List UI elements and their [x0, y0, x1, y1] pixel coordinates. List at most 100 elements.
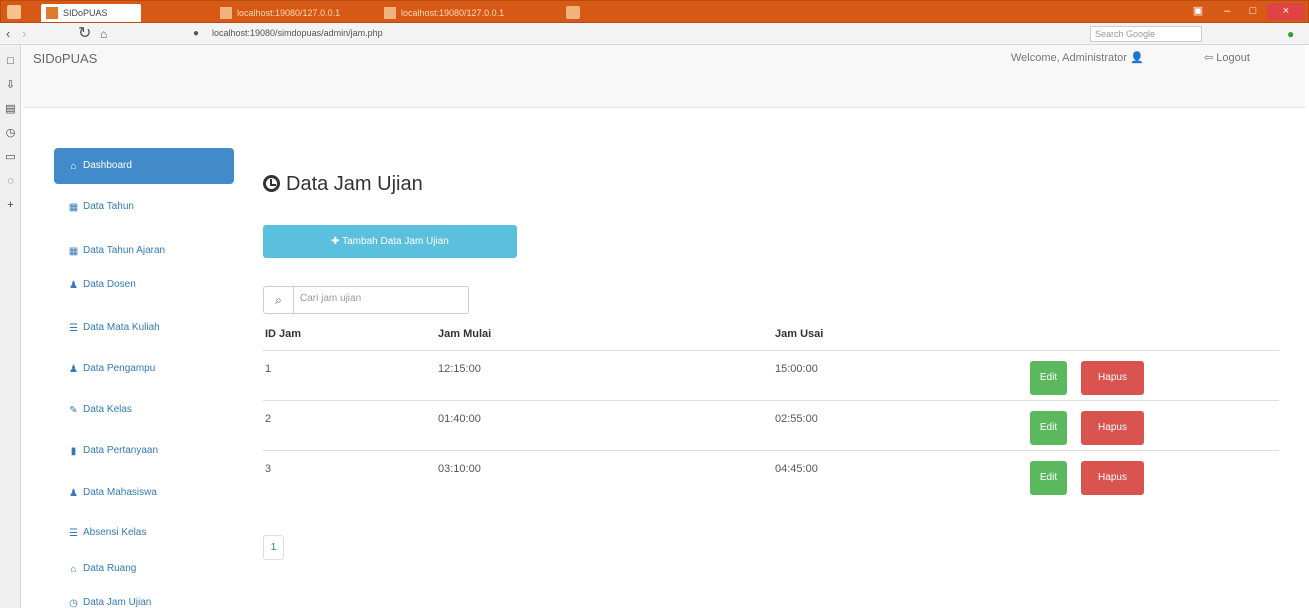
delete-button[interactable]: Hapus — [1081, 361, 1144, 395]
logout-link[interactable]: ⇦ Logout — [1204, 51, 1250, 64]
sidebar-item-dashboard[interactable]: ⌂ Dashboard — [54, 148, 234, 184]
maximize-button[interactable]: □ — [1241, 3, 1265, 20]
sidebar-item-label: Data Jam Ujian — [83, 597, 152, 608]
column-header-jam-mulai[interactable]: Jam Mulai — [438, 328, 491, 340]
column-header-jam-usai[interactable]: Jam Usai — [775, 328, 823, 340]
edit-button[interactable]: Edit — [1030, 461, 1067, 495]
address-bar[interactable]: localhost:19080/simdopuas/admin/jam.php — [212, 28, 383, 38]
sidebar-item-data-kelas[interactable]: ✎ Data Kelas — [54, 392, 234, 428]
add-panel-icon[interactable]: + — [4, 199, 17, 212]
sidebar-item-label: Data Pertanyaan — [83, 445, 159, 456]
sidebar-item-label: Dashboard — [83, 160, 132, 171]
sidebar-item-data-tahun[interactable]: ▦ Data Tahun — [54, 189, 234, 225]
pencil-icon: ✎ — [69, 405, 78, 416]
site-info-icon[interactable]: ● — [193, 26, 199, 42]
sidebar-item-data-mahasiswa[interactable]: ♟ Data Mahasiswa — [54, 475, 234, 511]
browser-titlebar: SIDoPUAS localhost:19080/127.0.0.1 local… — [0, 0, 1309, 23]
cell-id: 1 — [265, 363, 272, 375]
notes-icon[interactable]: ▤ — [4, 103, 17, 116]
favicon-icon — [220, 7, 232, 19]
delete-button[interactable]: Hapus — [1081, 461, 1144, 495]
minimize-button[interactable]: – — [1215, 3, 1239, 20]
search-input[interactable]: Cari jam ujian — [300, 293, 361, 304]
logout-icon: ⇦ — [1204, 52, 1214, 64]
cell-id: 3 — [265, 463, 272, 475]
sidebar-item-data-ruang[interactable]: ⌂ Data Ruang — [54, 551, 234, 587]
user-icon: ♟ — [69, 364, 78, 375]
user-icon: 👤 — [1130, 52, 1144, 64]
brand-logo[interactable]: SIDoPUAS — [33, 51, 97, 67]
table-row: 3 03:10:00 04:45:00 Edit Hapus — [263, 450, 1279, 500]
book-icon: ▮ — [70, 446, 77, 457]
tab-label: SIDoPUAS — [63, 8, 108, 18]
cell-id: 2 — [265, 413, 272, 425]
edit-button[interactable]: Edit — [1030, 361, 1067, 395]
sidebar-item-data-mata-kuliah[interactable]: ☰ Data Mata Kuliah — [54, 310, 234, 346]
home-icon: ⌂ — [70, 564, 77, 575]
browser-tab-3[interactable]: localhost:19080/127.0.0.1 — [379, 4, 554, 22]
home-icon: ⌂ — [70, 161, 77, 172]
sidebar-item-data-pengampu[interactable]: ♟ Data Pengampu — [54, 351, 234, 387]
edit-button[interactable]: Edit — [1030, 411, 1067, 445]
search-icon: ⌕ — [264, 287, 294, 313]
new-tab-button[interactable] — [566, 6, 580, 19]
sidebar-item-data-jam-ujian[interactable]: ◷ Data Jam Ujian — [54, 585, 234, 608]
back-icon[interactable]: ‹ — [6, 26, 10, 42]
close-button[interactable]: × — [1267, 3, 1305, 20]
cell-jam-mulai: 12:15:00 — [438, 363, 481, 375]
sidebar-item-label: Absensi Kelas — [83, 527, 147, 538]
browser-side-panel: □ ⇩ ▤ ◷ ▭ ◌ + — [0, 45, 21, 608]
user-icon: ♟ — [69, 488, 78, 499]
sidebar-item-absensi-kelas[interactable]: ☰ Absensi Kelas — [54, 515, 234, 551]
cell-jam-usai: 04:45:00 — [775, 463, 818, 475]
sidebar-item-label: Data Dosen — [83, 279, 136, 290]
browser-tab-2[interactable]: localhost:19080/127.0.0.1 — [215, 4, 377, 22]
list-icon: ☰ — [69, 323, 78, 334]
sidebar-item-label: Data Ruang — [83, 563, 137, 574]
browser-search-input[interactable]: Search Google — [1090, 26, 1202, 42]
pagination-page-1[interactable]: 1 — [263, 535, 284, 560]
tab-label: localhost:19080/127.0.0.1 — [237, 8, 341, 18]
home-icon[interactable]: ⌂ — [100, 26, 107, 42]
browser-tab-sidopuas[interactable]: SIDoPUAS — [41, 4, 141, 22]
table-row: 1 12:15:00 15:00:00 Edit Hapus — [263, 350, 1279, 400]
clock-icon: ◷ — [69, 598, 78, 608]
window-icon[interactable]: ▭ — [4, 151, 17, 164]
page-title-text: Data Jam Ujian — [286, 173, 423, 195]
cell-jam-mulai: 03:10:00 — [438, 463, 481, 475]
table-icon: ▦ — [68, 246, 79, 257]
add-button-label: Tambah Data Jam Ujian — [342, 236, 449, 247]
table-search: ⌕ Cari jam ujian — [263, 286, 469, 314]
favicon-icon — [384, 7, 396, 19]
extension-icon[interactable]: ● — [1287, 26, 1294, 42]
sidebar-item-label: Data Mata Kuliah — [83, 322, 160, 333]
restore-icon[interactable]: ▣ — [1188, 3, 1208, 20]
bookmark-icon[interactable]: □ — [4, 55, 17, 68]
forward-icon[interactable]: › — [22, 26, 26, 42]
sidebar-item-label: Data Pengampu — [83, 363, 156, 374]
sidebar-item-data-tahun-ajaran[interactable]: ▦ Data Tahun Ajaran — [54, 233, 234, 269]
welcome-text: Welcome, Administrator 👤 — [1011, 51, 1144, 64]
sidebar-item-data-dosen[interactable]: ♟ Data Dosen — [54, 267, 234, 303]
add-jam-ujian-button[interactable]: ✚ Tambah Data Jam Ujian — [263, 225, 517, 258]
panel-icon[interactable]: ◌ — [4, 175, 17, 188]
cell-jam-usai: 02:55:00 — [775, 413, 818, 425]
plus-icon: ✚ — [331, 236, 343, 247]
history-icon[interactable]: ◷ — [4, 127, 17, 140]
browser-navbar: ‹ › ↻ ⌂ ● localhost:19080/simdopuas/admi… — [0, 23, 1309, 45]
cell-jam-usai: 15:00:00 — [775, 363, 818, 375]
sidebar-item-label: Data Mahasiswa — [83, 487, 157, 498]
page-title: Data Jam Ujian — [263, 172, 423, 196]
welcome-label: Welcome, Administrator — [1011, 52, 1127, 64]
logout-label: Logout — [1216, 52, 1250, 64]
list-icon: ☰ — [69, 528, 78, 539]
delete-button[interactable]: Hapus — [1081, 411, 1144, 445]
table-icon: ▦ — [68, 202, 79, 213]
column-header-id[interactable]: ID Jam — [265, 328, 301, 340]
favicon-icon — [46, 7, 58, 19]
sidebar-item-data-pertanyaan[interactable]: ▮ Data Pertanyaan — [54, 433, 234, 469]
reload-icon[interactable]: ↻ — [78, 26, 91, 42]
sidebar-item-label: Data Tahun Ajaran — [83, 245, 166, 256]
clock-icon — [263, 175, 280, 192]
download-icon[interactable]: ⇩ — [4, 79, 17, 92]
